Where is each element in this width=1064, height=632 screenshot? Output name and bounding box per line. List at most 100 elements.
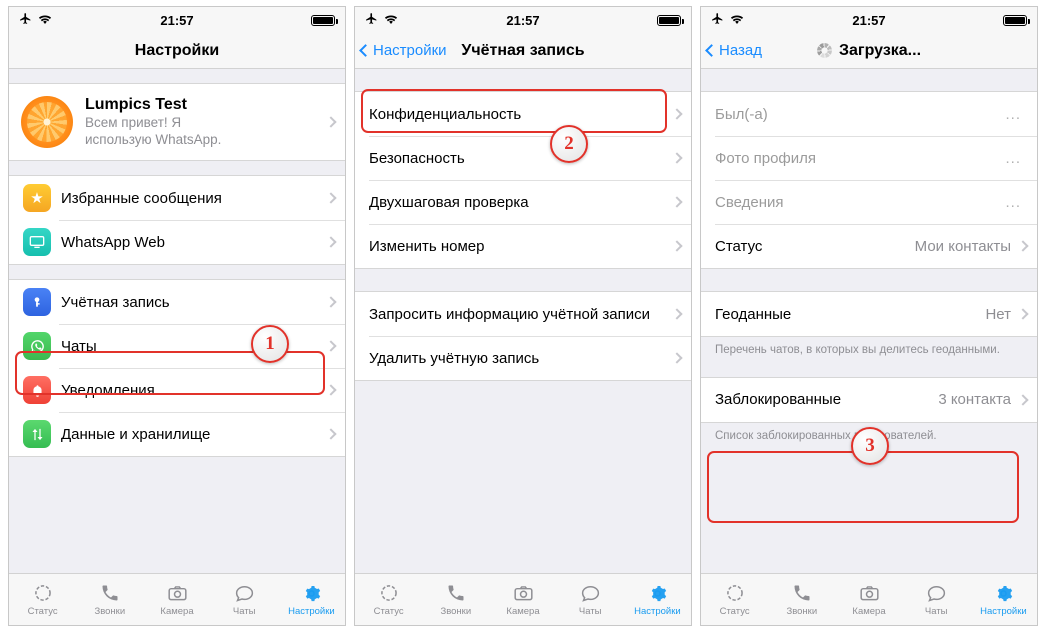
profile-row[interactable]: Lumpics Test Всем привет! Я использую Wh… [9, 84, 345, 160]
back-button[interactable]: Назад [705, 42, 762, 59]
row-label: Учётная запись [61, 293, 170, 311]
list-item-location[interactable]: Геоданные Нет [701, 292, 1037, 336]
tab-label: Настройки [980, 606, 1027, 617]
gear-icon [993, 582, 1014, 604]
nav-bar-settings: Настройки [9, 33, 345, 69]
tab-settings[interactable]: Настройки [278, 574, 345, 625]
list-item-two-step[interactable]: Двухшаговая проверка [355, 180, 691, 224]
row-label: Статус [715, 237, 763, 255]
battery-full-icon [1003, 14, 1030, 26]
list-item-privacy[interactable]: Конфиденциальность [355, 92, 691, 136]
profile-text: Lumpics Test Всем привет! Я использую Wh… [85, 96, 327, 147]
back-button-label: Назад [719, 42, 762, 59]
row-label: Изменить номер [369, 237, 485, 255]
tab-status[interactable]: Статус [701, 574, 768, 625]
whatsapp-icon [23, 332, 51, 360]
screenshot-stage: 21:57 Настройки Lumpics Test Всем привет… [0, 0, 1064, 632]
privacy-content: Был(-а) ... Фото профиля ... Сведения ..… [701, 69, 1037, 573]
status-bar: 21:57 [355, 7, 691, 33]
tab-bar: Статус Звонки Камера Чаты Настройки [355, 573, 691, 625]
back-button-label: Настройки [373, 42, 447, 59]
chevron-right-icon [1017, 240, 1029, 252]
row-value: 3 контакта [938, 391, 1011, 409]
location-footnote: Перечень чатов, в которых вы делитесь ге… [715, 344, 1000, 356]
list-item-last-seen[interactable]: Был(-а) ... [701, 92, 1037, 136]
sidebar-item-notifications[interactable]: Уведомления [9, 368, 345, 412]
tab-calls[interactable]: Звонки [768, 574, 835, 625]
sidebar-item-whatsapp-web[interactable]: WhatsApp Web [9, 220, 345, 264]
chevron-right-icon [671, 152, 683, 164]
annotation-badge-3: 3 [851, 427, 889, 465]
tab-bar: Статус Звонки Камера Чаты Настройки [701, 573, 1037, 625]
tab-settings[interactable]: Настройки [970, 574, 1037, 625]
sidebar-item-storage[interactable]: Данные и хранилище [9, 412, 345, 456]
page-title: Учётная запись [461, 41, 585, 59]
tab-chats[interactable]: Чаты [903, 574, 970, 625]
chevron-right-icon [671, 240, 683, 252]
tab-label: Чаты [578, 606, 602, 617]
settings-group-1: ★ Избранные сообщения WhatsApp Web [9, 175, 345, 265]
sidebar-item-chats[interactable]: Чаты [9, 324, 345, 368]
page-title: Настройки [134, 41, 220, 59]
row-value: Мои контакты [914, 237, 1011, 255]
list-item-about[interactable]: Сведения ... [701, 180, 1037, 224]
tab-settings[interactable]: Настройки [624, 574, 691, 625]
row-label: Сведения [715, 193, 784, 211]
tab-status[interactable]: Статус [9, 574, 76, 625]
tab-camera[interactable]: Камера [489, 574, 556, 625]
tab-label: Камера [160, 606, 194, 617]
chevron-right-icon [1017, 308, 1029, 320]
chevron-right-icon [325, 192, 337, 204]
tab-chats[interactable]: Чаты [557, 574, 624, 625]
chevron-right-icon [671, 108, 683, 120]
tab-label: Камера [852, 606, 886, 617]
chat-bubble-icon [234, 582, 255, 604]
list-item-blocked[interactable]: Заблокированные 3 контакта [701, 377, 1037, 422]
sidebar-item-starred[interactable]: ★ Избранные сообщения [9, 176, 345, 220]
tab-label: Звонки [440, 606, 472, 617]
settings-content: Lumpics Test Всем привет! Я использую Wh… [9, 69, 345, 573]
status-bar-time: 21:57 [160, 12, 194, 28]
list-item-security[interactable]: Безопасность [355, 136, 691, 180]
phone-screen-account: 21:57 Настройки Учётная запись Конфиденц… [354, 6, 692, 626]
row-label: Фото профиля [715, 149, 817, 167]
profile-status-line1: Всем привет! Я [85, 115, 182, 131]
list-item-status[interactable]: Статус Мои контакты [701, 224, 1037, 268]
tab-camera[interactable]: Камера [835, 574, 902, 625]
row-label: Безопасность [369, 149, 465, 167]
chevron-right-icon [325, 340, 337, 352]
row-value: ... [1005, 105, 1021, 123]
privacy-group-3: Заблокированные 3 контакта [701, 376, 1037, 423]
list-item-change-number[interactable]: Изменить номер [355, 224, 691, 268]
annotation-badge-2: 2 [550, 125, 588, 163]
tab-label: Статус [719, 606, 750, 617]
tab-camera[interactable]: Камера [143, 574, 210, 625]
row-label: Запросить информацию учётной записи [369, 305, 650, 323]
status-ring-icon [33, 582, 53, 604]
nav-bar-account: Настройки Учётная запись [355, 33, 691, 69]
tab-label: Чаты [232, 606, 256, 617]
list-item-profile-photo[interactable]: Фото профиля ... [701, 136, 1037, 180]
chevron-right-icon [671, 308, 683, 320]
tab-calls[interactable]: Звонки [76, 574, 143, 625]
sidebar-item-account[interactable]: Учётная запись [9, 280, 345, 324]
arrows-updown-icon [23, 420, 51, 448]
row-label: Геоданные [715, 305, 792, 323]
tab-calls[interactable]: Звонки [422, 574, 489, 625]
tab-status[interactable]: Статус [355, 574, 422, 625]
phone-icon [100, 582, 120, 604]
list-item-request-info[interactable]: Запросить информацию учётной записи [355, 292, 691, 336]
tab-label: Настройки [288, 606, 335, 617]
chevron-right-icon [325, 296, 337, 308]
tab-chats[interactable]: Чаты [211, 574, 278, 625]
row-label: WhatsApp Web [61, 233, 165, 251]
account-group-2: Запросить информацию учётной записи Удал… [355, 291, 691, 381]
battery-full-icon [657, 14, 684, 26]
list-item-delete-account[interactable]: Удалить учётную запись [355, 336, 691, 380]
chevron-right-icon [325, 428, 337, 440]
back-button[interactable]: Настройки [359, 42, 447, 59]
tab-label: Звонки [786, 606, 818, 617]
